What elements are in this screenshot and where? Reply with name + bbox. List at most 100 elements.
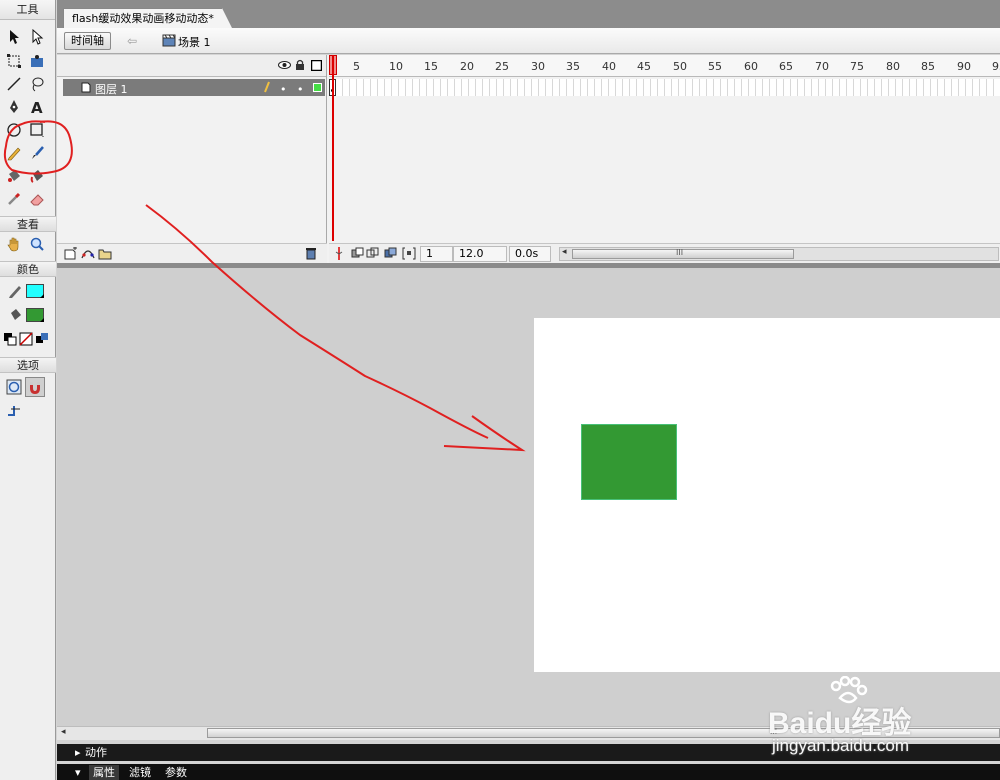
playhead-line — [332, 55, 334, 241]
ruler-number: 20 — [460, 60, 474, 73]
scroll-grip: III — [676, 248, 684, 257]
lock-icon[interactable] — [295, 59, 305, 74]
timeline-toggle-button[interactable]: 时间轴 — [64, 32, 111, 50]
back-arrow-icon[interactable]: ⇦ — [127, 34, 137, 48]
ruler-number: 80 — [886, 60, 900, 73]
stroke-color-pencil-icon — [5, 281, 25, 301]
frame-ruler[interactable]: 15101520253035404550556065707580859095 — [329, 55, 1000, 77]
ruler-number: 65 — [779, 60, 793, 73]
properties-panel-header: ▾ 属性 滤镜 参数 — [57, 764, 1000, 780]
eyedropper-icon[interactable] — [4, 189, 24, 209]
color-section-label: 颜色 — [0, 261, 56, 277]
tools-panel-title: 工具 — [0, 0, 55, 20]
options-section-label: 选项 — [0, 357, 56, 373]
baidu-watermark: Baidu经验 jingyan.baidu.com — [768, 675, 998, 756]
onion-skin-outline-icon[interactable] — [366, 247, 379, 263]
rectangle-tool-icon[interactable] — [27, 120, 47, 140]
ruler-number: 60 — [744, 60, 758, 73]
no-color-icon[interactable] — [18, 329, 34, 349]
delete-layer-icon[interactable] — [305, 247, 317, 263]
view-section-label: 查看 — [0, 216, 56, 232]
layer-header — [57, 55, 326, 77]
ruler-number: 75 — [850, 60, 864, 73]
selection-arrow-icon[interactable] — [4, 27, 24, 47]
svg-text:A: A — [31, 99, 43, 115]
fill-color-swatch[interactable] — [26, 308, 44, 322]
timeline-scroll-thumb[interactable]: III — [572, 248, 794, 259]
frame-status-bar: 1 12.0 fps 0.0s ◂ III — [329, 243, 1000, 274]
fill-color-bucket-icon — [5, 305, 25, 325]
ruler-number: 50 — [673, 60, 687, 73]
timeline-hscrollbar[interactable]: ◂ III — [559, 247, 999, 261]
ruler-number: 55 — [708, 60, 722, 73]
modify-onion-markers-icon[interactable] — [402, 247, 416, 263]
gradient-transform-icon[interactable] — [27, 51, 47, 71]
black-white-icon[interactable] — [2, 329, 18, 349]
tab-filters[interactable]: 滤镜 — [125, 765, 155, 780]
layer-frame-row[interactable] — [329, 79, 1000, 96]
document-tab[interactable]: flash缓动效果动画移动动态* — [63, 8, 232, 28]
paint-bucket-icon[interactable] — [27, 166, 47, 186]
lasso-icon[interactable] — [27, 74, 47, 94]
ruler-number: 40 — [602, 60, 616, 73]
edit-multiple-frames-icon[interactable] — [384, 247, 397, 263]
layer-lock-dot[interactable]: • — [297, 83, 304, 96]
add-layer-icon[interactable] — [64, 246, 78, 263]
ruler-number: 10 — [389, 60, 403, 73]
object-drawing-icon[interactable] — [4, 377, 24, 397]
properties-collapse-arrow-icon[interactable]: ▾ — [71, 765, 85, 780]
scroll-left-arrow-icon[interactable]: ◂ — [562, 247, 567, 257]
layer-toolbar — [57, 243, 327, 263]
pencil-tool-icon[interactable] — [4, 143, 24, 163]
layer-page-icon — [81, 82, 91, 96]
frame-rate-field[interactable]: 12.0 fps — [453, 246, 507, 274]
work-area — [57, 268, 1000, 726]
brush-tool-icon[interactable] — [27, 143, 47, 163]
tab-properties[interactable]: 属性 — [89, 765, 119, 780]
green-rectangle-shape[interactable] — [581, 424, 677, 500]
oval-tool-icon[interactable] — [4, 120, 24, 140]
stroke-color-swatch[interactable] — [26, 284, 44, 298]
scene-clapper-icon — [162, 34, 176, 50]
layer-pencil-icon — [263, 81, 271, 96]
eraser-icon[interactable] — [27, 189, 47, 209]
snap-magnet-icon[interactable] — [25, 377, 45, 397]
stage-scroll-left-icon[interactable]: ◂ — [61, 727, 66, 737]
ruler-number: 95 — [992, 60, 1000, 73]
edit-bar: 时间轴 ⇦ 场景 1 — [57, 28, 1000, 54]
smooth-straighten-icon[interactable] — [4, 401, 24, 421]
line-tool-icon[interactable] — [4, 74, 24, 94]
text-tool-icon[interactable]: A — [27, 97, 47, 117]
center-frame-icon[interactable] — [334, 247, 344, 263]
layer-visible-dot[interactable]: • — [280, 83, 287, 96]
add-layer-folder-icon[interactable] — [98, 247, 112, 263]
onion-skin-icon[interactable] — [351, 247, 364, 263]
ruler-number: 30 — [531, 60, 545, 73]
ink-bottle-icon[interactable] — [4, 166, 24, 186]
add-motion-guide-icon[interactable] — [81, 247, 95, 263]
timeline-panel: 图层 1 • • 5 10 15 20 25 30 35 40 45 50 55… — [57, 55, 1000, 274]
tab-parameters[interactable]: 参数 — [161, 765, 191, 780]
ruler-number: 85 — [921, 60, 935, 73]
hand-tool-icon[interactable] — [4, 234, 24, 254]
scene-breadcrumb[interactable]: 场景 1 — [178, 34, 211, 50]
outline-icon[interactable] — [310, 59, 323, 74]
document-tab-strip: flash缓动效果动画移动动态* — [57, 0, 1000, 28]
layer-row[interactable]: 图层 1 • • — [63, 79, 325, 96]
tools-panel: 工具 A 查看 颜色 选项 — [0, 0, 56, 780]
actions-panel-label[interactable]: 动作 — [81, 745, 111, 760]
ruler-number: 70 — [815, 60, 829, 73]
stage-canvas[interactable] — [534, 318, 1000, 672]
watermark-url: jingyan.baidu.com — [772, 736, 910, 755]
pen-tool-icon[interactable] — [4, 97, 24, 117]
ruler-number: 45 — [637, 60, 651, 73]
eye-icon[interactable] — [278, 60, 291, 73]
ruler-number: 5 — [353, 60, 360, 73]
flash-ide-window: 工具 A 查看 颜色 选项 flash缓动效果动画移动动态* 时间轴 ⇦ 场景 … — [0, 0, 1000, 780]
zoom-tool-icon[interactable] — [27, 234, 47, 254]
free-transform-icon[interactable] — [4, 51, 24, 71]
layer-name[interactable]: 图层 1 — [95, 81, 128, 97]
subselection-arrow-icon[interactable] — [27, 27, 47, 47]
layer-outline-color[interactable] — [313, 83, 322, 92]
swap-colors-icon[interactable] — [34, 329, 50, 349]
